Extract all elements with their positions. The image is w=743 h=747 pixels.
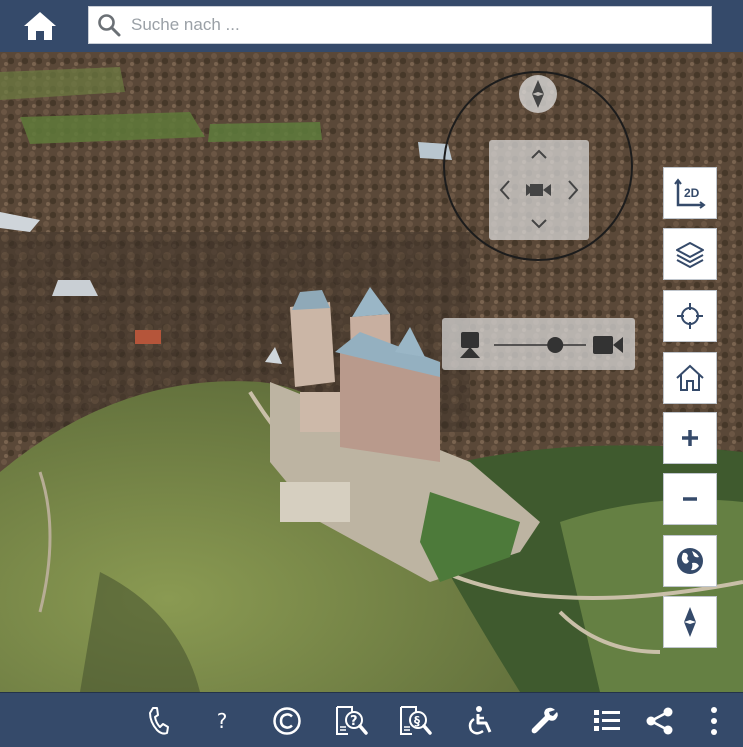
tools-button[interactable] [524, 701, 564, 741]
tilt-slider-thumb[interactable] [547, 337, 564, 353]
layers-icon [676, 242, 704, 268]
pan-control [489, 140, 589, 240]
help-button[interactable]: ? [202, 701, 242, 741]
home-view-button[interactable] [663, 352, 717, 404]
2d-axis-icon: 2D [674, 178, 706, 209]
toggle-2d-button[interactable]: 2D [663, 167, 717, 219]
contact-button[interactable] [138, 701, 178, 741]
zoom-out-button[interactable] [663, 473, 717, 525]
more-button[interactable] [694, 701, 734, 741]
home-button[interactable] [18, 6, 62, 46]
north-button[interactable] [663, 596, 717, 648]
locate-button[interactable] [663, 290, 717, 342]
camera-view-icon[interactable] [592, 333, 624, 357]
pan-right-button[interactable] [563, 178, 583, 202]
map-view[interactable]: 2D [0, 52, 743, 692]
copyright-icon [273, 707, 301, 735]
svg-text:?: ? [350, 714, 358, 729]
doc-question-search-icon: ? [336, 706, 368, 735]
search-input[interactable] [129, 7, 711, 43]
house-icon [676, 364, 704, 391]
copyright-button[interactable] [267, 701, 307, 741]
pedestrian-view-icon[interactable] [456, 330, 484, 360]
svg-text:§: § [414, 714, 420, 728]
tilt-slider-panel [442, 318, 635, 370]
minus-icon [683, 497, 697, 501]
top-bar [0, 0, 743, 52]
list-button[interactable] [587, 701, 627, 741]
aerial-3d-scene [0, 52, 743, 692]
search-icon[interactable] [89, 6, 129, 44]
globe-icon [677, 548, 703, 574]
question-icon: ? [216, 709, 228, 733]
accessibility-button[interactable] [460, 701, 500, 741]
chevron-up-icon [531, 149, 547, 159]
share-button[interactable] [640, 701, 680, 741]
north-arrow-icon [684, 607, 696, 637]
globe-button[interactable] [663, 535, 717, 587]
doc-paragraph-search-icon: § [400, 706, 432, 735]
pan-up-button[interactable] [529, 146, 549, 162]
pan-down-button[interactable] [529, 216, 549, 232]
share-icon [646, 707, 673, 735]
crosshair-icon [677, 303, 703, 329]
camera-center-button[interactable] [524, 178, 554, 202]
footer-bar: ? ? § [0, 692, 743, 747]
wrench-icon [531, 707, 558, 734]
search-bar [88, 6, 712, 44]
phone-icon [149, 707, 169, 735]
toggle-2d-label: 2D [684, 186, 700, 200]
wheelchair-icon [468, 706, 492, 735]
plus-icon [682, 430, 698, 446]
chevron-left-icon [499, 180, 510, 200]
compass-icon [532, 80, 544, 108]
legal-search-button[interactable]: § [395, 701, 435, 741]
zoom-in-button[interactable] [663, 412, 717, 464]
camera-icon [526, 184, 551, 196]
layers-button[interactable] [663, 228, 717, 280]
chevron-down-icon [531, 219, 547, 229]
home-icon [24, 12, 56, 40]
compass-button[interactable] [519, 75, 557, 113]
list-icon [594, 710, 620, 731]
tilt-slider[interactable] [494, 334, 586, 356]
pan-left-button[interactable] [495, 178, 515, 202]
chevron-right-icon [568, 180, 579, 200]
more-vertical-icon [711, 707, 717, 735]
faq-search-button[interactable]: ? [331, 701, 371, 741]
